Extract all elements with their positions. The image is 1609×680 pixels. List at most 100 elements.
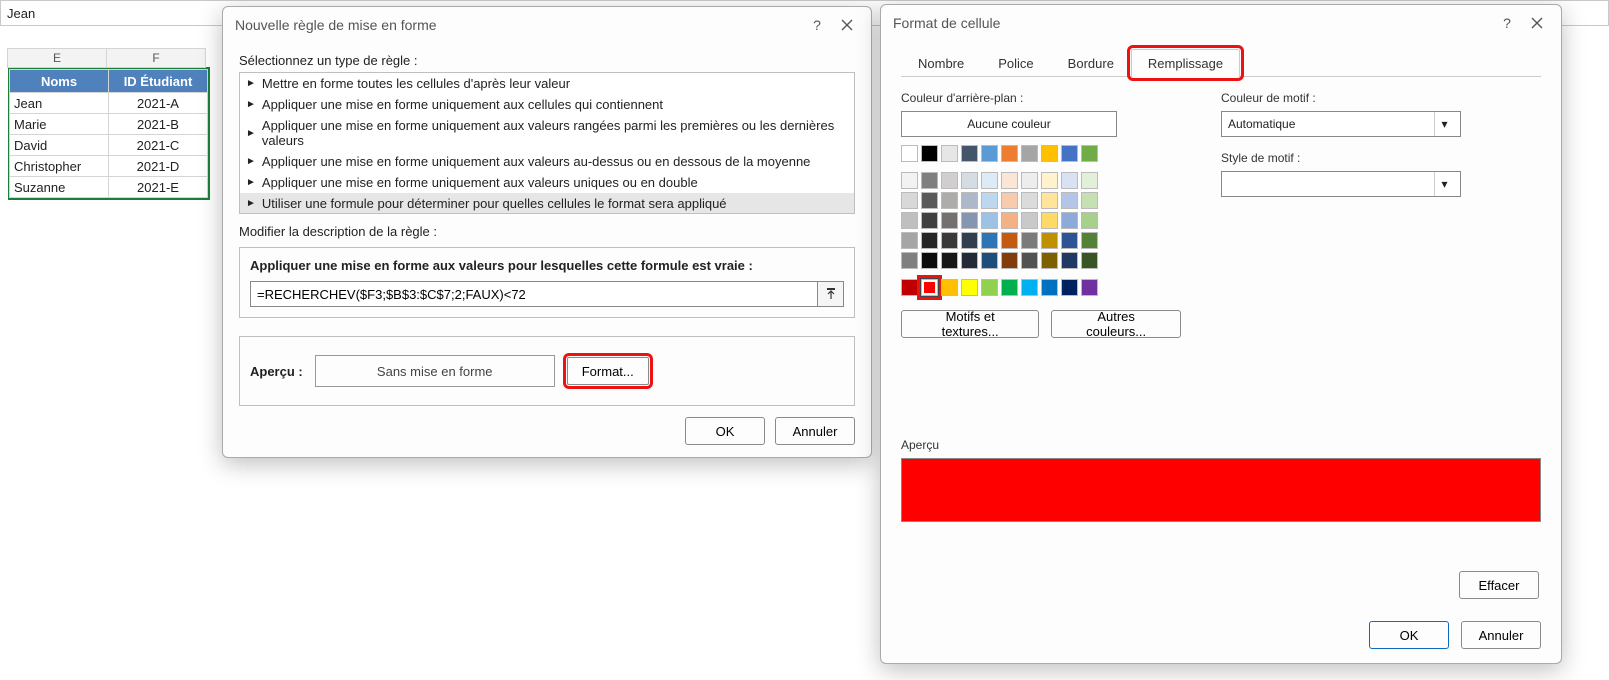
color-swatch[interactable] [981,212,998,229]
color-swatch[interactable] [941,192,958,209]
format-cancel-button[interactable]: Annuler [1461,621,1541,649]
cell-name[interactable]: Marie [9,113,109,135]
color-swatch[interactable] [1021,232,1038,249]
color-swatch[interactable] [1061,192,1078,209]
header-id[interactable]: ID Étudiant [108,69,208,93]
color-swatch[interactable] [1081,252,1098,269]
help-icon[interactable]: ? [1495,11,1519,35]
fill-effects-button[interactable]: Motifs et textures... [901,310,1039,338]
rule-type-item[interactable]: ►Appliquer une mise en forme uniquement … [240,151,854,172]
color-swatch[interactable] [1041,212,1058,229]
color-swatch[interactable] [1081,279,1098,296]
color-swatch[interactable] [1061,172,1078,189]
no-color-button[interactable]: Aucune couleur [901,111,1117,137]
color-swatch[interactable] [941,145,958,162]
color-swatch[interactable] [961,145,978,162]
table-row[interactable]: Marie2021-B [10,114,208,135]
color-swatch[interactable] [921,252,938,269]
color-swatch[interactable] [961,192,978,209]
color-swatch[interactable] [1041,232,1058,249]
color-swatch[interactable] [1041,192,1058,209]
color-swatch[interactable] [901,172,918,189]
color-swatch[interactable] [941,232,958,249]
color-swatch[interactable] [941,172,958,189]
header-names[interactable]: Noms [9,69,109,93]
color-swatch[interactable] [921,279,938,296]
clear-button[interactable]: Effacer [1459,571,1539,599]
cell-id[interactable]: 2021-A [108,92,208,114]
color-swatch[interactable] [901,279,918,296]
close-icon[interactable] [835,13,859,37]
color-swatch[interactable] [1061,232,1078,249]
color-swatch[interactable] [1041,279,1058,296]
color-swatch[interactable] [1061,279,1078,296]
cell-name[interactable]: Christopher [9,155,109,177]
collapse-dialog-icon[interactable] [818,281,844,307]
color-swatch[interactable] [901,232,918,249]
color-swatch[interactable] [921,172,938,189]
color-swatch[interactable] [941,252,958,269]
color-swatch[interactable] [961,279,978,296]
color-swatch[interactable] [1021,279,1038,296]
color-swatch[interactable] [1081,212,1098,229]
color-swatch[interactable] [1001,212,1018,229]
col-header-e[interactable]: E [7,48,107,68]
color-swatch[interactable] [901,192,918,209]
color-swatch[interactable] [901,252,918,269]
color-swatch[interactable] [1021,145,1038,162]
color-swatch[interactable] [921,145,938,162]
color-swatch[interactable] [1061,212,1078,229]
color-swatch[interactable] [1001,145,1018,162]
color-swatch[interactable] [1001,252,1018,269]
rule-dialog-titlebar[interactable]: Nouvelle règle de mise en forme ? [223,7,871,43]
color-swatch[interactable] [1021,172,1038,189]
color-swatch[interactable] [901,145,918,162]
color-swatch[interactable] [981,252,998,269]
rule-type-item[interactable]: ►Appliquer une mise en forme uniquement … [240,172,854,193]
color-swatch[interactable] [1081,172,1098,189]
rule-ok-button[interactable]: OK [685,417,765,445]
help-icon[interactable]: ? [805,13,829,37]
color-swatch[interactable] [1081,232,1098,249]
color-swatch[interactable] [1061,145,1078,162]
color-swatch[interactable] [1001,172,1018,189]
color-swatch[interactable] [961,172,978,189]
table-row[interactable]: Suzanne2021-E [10,177,208,198]
format-dialog-titlebar[interactable]: Format de cellule ? [881,5,1561,41]
table-row[interactable]: Christopher2021-D [10,156,208,177]
color-swatch[interactable] [981,172,998,189]
color-swatch[interactable] [921,192,938,209]
formula-input[interactable] [250,281,818,307]
tab-font[interactable]: Police [981,49,1050,77]
color-swatch[interactable] [1021,192,1038,209]
color-swatch[interactable] [941,279,958,296]
color-swatch[interactable] [1041,172,1058,189]
color-swatch[interactable] [1081,192,1098,209]
color-swatch[interactable] [941,212,958,229]
color-swatch[interactable] [1061,252,1078,269]
cell-id[interactable]: 2021-D [108,155,208,177]
rule-type-item[interactable]: ►Mettre en forme toutes les cellules d'a… [240,73,854,94]
cell-id[interactable]: 2021-E [108,176,208,198]
col-header-f[interactable]: F [106,48,206,68]
color-swatch[interactable] [961,212,978,229]
color-swatch[interactable] [1041,145,1058,162]
rule-cancel-button[interactable]: Annuler [775,417,855,445]
color-swatch[interactable] [1021,212,1038,229]
color-swatch[interactable] [961,232,978,249]
color-swatch[interactable] [921,232,938,249]
tab-fill[interactable]: Remplissage [1131,49,1240,77]
table-row[interactable]: David2021-C [10,135,208,156]
rule-type-item[interactable]: ►Appliquer une mise en forme uniquement … [240,94,854,115]
color-swatch[interactable] [981,232,998,249]
color-swatch[interactable] [961,252,978,269]
more-colors-button[interactable]: Autres couleurs... [1051,310,1181,338]
tab-border[interactable]: Bordure [1051,49,1131,77]
format-button[interactable]: Format... [567,357,649,385]
color-swatch[interactable] [1001,279,1018,296]
rule-type-item[interactable]: ►Appliquer une mise en forme uniquement … [240,115,854,151]
rule-type-list[interactable]: ►Mettre en forme toutes les cellules d'a… [239,72,855,214]
pattern-color-dropdown[interactable]: Automatique ▾ [1221,111,1461,137]
color-swatch[interactable] [1021,252,1038,269]
cell-name[interactable]: David [9,134,109,156]
